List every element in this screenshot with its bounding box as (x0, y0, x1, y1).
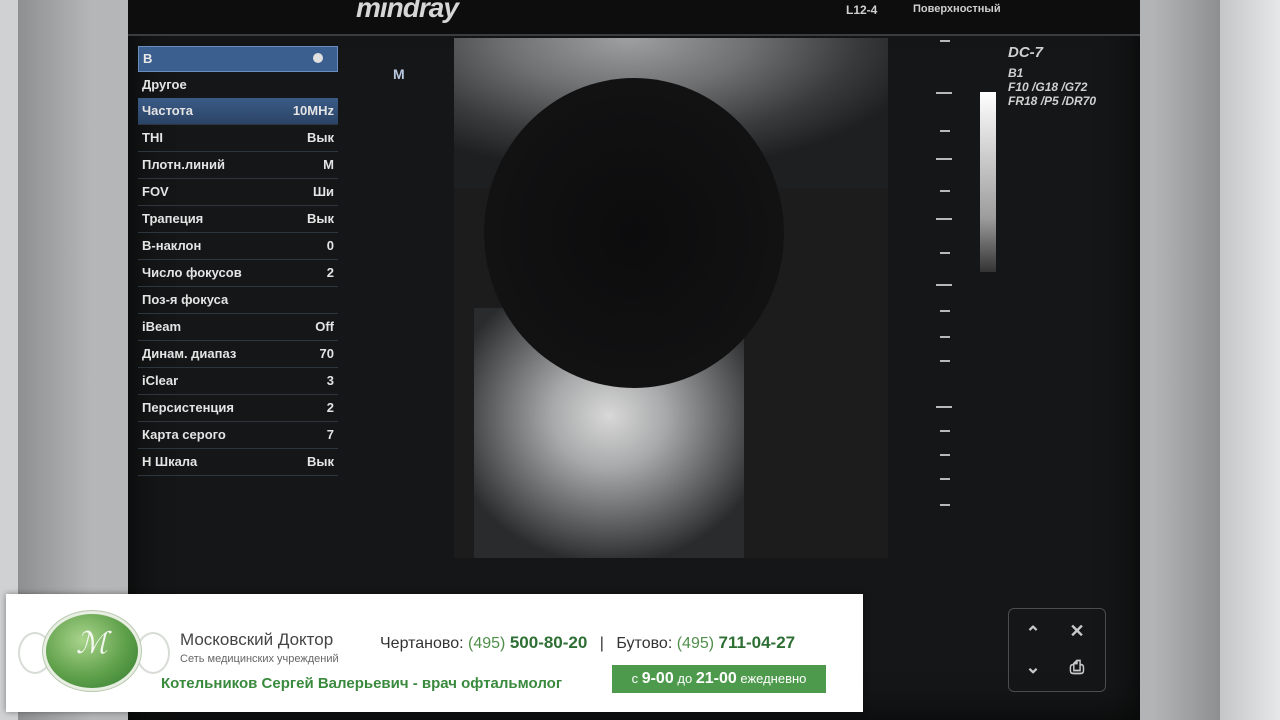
menu-item-b-steer[interactable]: B-наклон 0 (138, 233, 338, 260)
mode-label: B1 (1008, 66, 1024, 80)
status-line-2: FR18 /P5 /DR70 (1008, 94, 1096, 108)
status-value: FR18 (1008, 94, 1038, 108)
menu-item-value: 3 (326, 373, 334, 388)
clinic-banner: ℳ Московский Доктор Сеть медицинских учр… (6, 594, 863, 712)
m-marker-label: M (393, 66, 405, 82)
status-value: F10 (1008, 80, 1029, 94)
phone1-label: Чертаново: (380, 635, 464, 652)
device-title: DC-7 (1008, 44, 1044, 61)
menu-item-label: Число фокусов (142, 265, 242, 280)
menu-item-persistence[interactable]: Персистенция 2 (138, 395, 338, 422)
hours-mid: до (677, 671, 693, 686)
doctor-name: Котельников Сергей Валерьевич - врач офт… (161, 675, 563, 692)
menu-item-label: iClear (142, 373, 179, 388)
menu-header-b[interactable]: B (138, 46, 338, 72)
hours-from: 9-00 (641, 670, 674, 687)
probe-label: L12-4 (846, 3, 878, 17)
status-value: /DR70 (1062, 94, 1097, 108)
menu-item-label: B-наклон (142, 238, 202, 253)
phone2-number: 711-04-27 (718, 633, 796, 652)
menu-item-label: Плотн.линий (142, 157, 225, 172)
preset-label: Поверхностный (913, 3, 1001, 15)
status-value: /G18 (1032, 80, 1059, 94)
menu-item-value: Ши (312, 184, 334, 199)
hours-prefix: с (631, 671, 639, 686)
image-controls: ⌃ ✕ ⌄ ⎙ (1008, 608, 1106, 692)
parameter-menu: B Другое Частота 10MHz THI Вык Плотн.лин… (138, 46, 338, 476)
double-chevron-down-icon[interactable]: ⌄ (1021, 657, 1045, 678)
menu-item-value: 2 (326, 265, 334, 280)
menu-item-value: 2 (326, 400, 334, 415)
status-line-1: F10 /G18 /G72 (1008, 80, 1096, 94)
logo-monogram-icon: ℳ (75, 626, 109, 661)
menu-item-value: M (323, 157, 334, 172)
menu-item-value: Вык (307, 211, 334, 226)
menu-item-value: Off (315, 319, 334, 334)
menu-item-value: 0 (326, 238, 334, 253)
menu-item-other[interactable]: Другое (138, 72, 338, 98)
double-chevron-up-icon[interactable]: ⌃ (1021, 623, 1045, 644)
ultrasound-image (454, 38, 888, 558)
menu-item-fov[interactable]: FOV Ши (138, 179, 338, 206)
eyeball-anechoic (484, 78, 784, 388)
phone2-code: (495) (676, 635, 715, 652)
menu-item-iclear[interactable]: iClear 3 (138, 368, 338, 395)
menu-item-line-density[interactable]: Плотн.линий M (138, 152, 338, 179)
print-icon[interactable]: ⎙ (1065, 657, 1089, 678)
screen-header: mindray L12-4 Поверхностный (128, 0, 1140, 36)
menu-item-value: 10MHz (292, 103, 334, 118)
menu-item-value: Вык (307, 454, 334, 469)
menu-item-label: Персистенция (142, 400, 234, 415)
menu-item-label: Н Шкала (142, 454, 198, 469)
phone2-label: Бутово: (616, 635, 673, 652)
brand-logo: mindray (356, 0, 459, 23)
menu-item-value: 70 (319, 346, 334, 361)
working-hours: с 9-00 до 21-00 ежедневно (612, 665, 826, 693)
menu-item-dynamic-range[interactable]: Динам. диапаз 70 (138, 341, 338, 368)
background-wall (1220, 0, 1280, 720)
close-icon[interactable]: ✕ (1065, 621, 1089, 642)
logo-emblem: ℳ (46, 614, 138, 688)
menu-item-value: Вык (307, 130, 334, 145)
phone-numbers: Чертаново: (495) 500-80-20 | Бутово: (49… (380, 633, 795, 653)
menu-item-label: Частота (142, 103, 194, 118)
clinic-logo: ℳ (12, 602, 170, 700)
menu-item-trapezoid[interactable]: Трапеция Вык (138, 206, 338, 233)
menu-item-frequency[interactable]: Частота 10MHz (138, 98, 338, 125)
clinic-subtitle: Сеть медицинских учреждений (180, 653, 339, 665)
menu-item-focus-count[interactable]: Число фокусов 2 (138, 260, 338, 287)
status-value: /G72 (1061, 80, 1088, 94)
menu-header-label: B (143, 51, 153, 66)
menu-item-label: Трапеция (142, 211, 204, 226)
status-panel: DC-7 B1 F10 /G18 /G72 FR18 /P5 /DR70 (1008, 44, 1096, 108)
clinic-name: Московский Доктор (180, 630, 334, 649)
menu-item-focus-position[interactable]: Поз-я фокуса (138, 287, 338, 314)
menu-item-label: THI (142, 130, 163, 145)
grayscale-bar (980, 92, 996, 272)
hours-to: 21-00 (695, 670, 737, 687)
phone-separator: | (599, 635, 604, 652)
menu-item-label: Динам. диапаз (142, 346, 237, 361)
status-value: /P5 (1040, 94, 1059, 108)
menu-item-h-scale[interactable]: Н Шкала Вык (138, 449, 338, 476)
menu-item-label: Карта серого (142, 427, 226, 442)
menu-item-label: iBeam (142, 319, 182, 334)
menu-item-gray-map[interactable]: Карта серого 7 (138, 422, 338, 449)
menu-item-label: Поз-я фокуса (142, 292, 229, 307)
ornament-icon (136, 632, 170, 674)
knob-icon (313, 53, 323, 63)
menu-item-label: Другое (142, 77, 187, 92)
menu-item-label: FOV (142, 184, 169, 199)
depth-ruler (936, 30, 960, 520)
phone1-number: 500-80-20 (509, 633, 588, 652)
menu-item-thi[interactable]: THI Вык (138, 125, 338, 152)
menu-item-value: 7 (326, 427, 334, 442)
menu-item-ibeam[interactable]: iBeam Off (138, 314, 338, 341)
phone1-code: (495) (468, 635, 506, 652)
hours-suffix: ежедневно (740, 671, 807, 686)
